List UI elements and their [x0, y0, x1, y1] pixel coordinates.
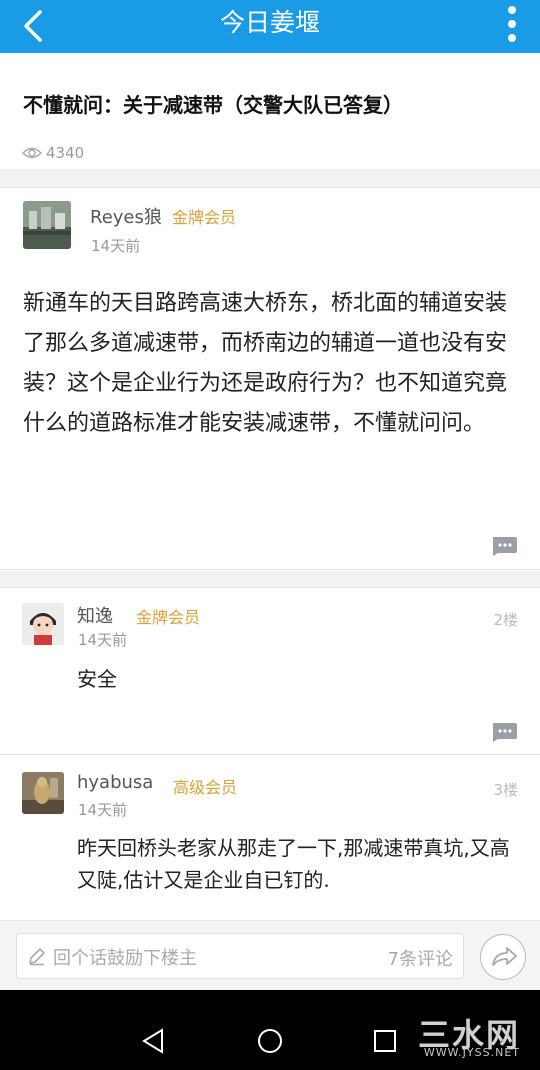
reply-body: 安全	[77, 667, 117, 691]
reply-author[interactable]: 知逸	[77, 602, 113, 628]
member-badge: 金牌会员	[136, 608, 201, 627]
post-time: 14天前	[91, 237, 141, 255]
post-header: 不懂就问：关于减速带（交警大队已答复） 4340	[0, 53, 540, 169]
reply-author[interactable]: hyabusa	[77, 772, 153, 793]
pencil-icon	[29, 948, 45, 966]
avatar[interactable]	[22, 772, 64, 814]
reply-item: hyabusa 高级会员 14天前 3楼 昨天回桥头老家从那走了一下,那减速带真…	[0, 756, 540, 920]
eye-icon	[22, 147, 42, 159]
share-icon	[492, 947, 517, 966]
floor-number: 3楼	[493, 781, 518, 799]
floor-number: 2楼	[493, 611, 518, 629]
watermark: 三水网 WWW.JYSS.NET	[400, 1010, 520, 1060]
top-app-bar: 今日姜堰	[0, 0, 540, 53]
share-button[interactable]	[480, 934, 526, 980]
reply-time: 14天前	[78, 631, 128, 649]
comment-placeholder: 回个话鼓励下楼主	[53, 948, 197, 969]
reply-item: 知逸 金牌会员 14天前 2楼 安全	[0, 587, 540, 755]
comment-bar: 回个话鼓励下楼主 7条评论	[0, 920, 540, 990]
nav-recents-icon[interactable]	[372, 1028, 398, 1054]
watermark-url: WWW.JYSS.NET	[423, 1046, 520, 1059]
app-title: 今日姜堰	[219, 8, 320, 37]
comment-count[interactable]: 7条评论	[388, 945, 453, 971]
nav-home-icon[interactable]	[257, 1028, 283, 1054]
avatar[interactable]	[22, 603, 64, 645]
comment-icon[interactable]	[490, 722, 518, 742]
reply-body: 昨天回桥头老家从那走了一下,那减速带真坑,又高又陡,估计又是企业自已钉的.	[77, 836, 510, 892]
view-count: 4340	[22, 143, 84, 163]
member-badge: 高级会员	[173, 778, 238, 797]
separator	[0, 571, 540, 587]
reply-time: 14天前	[78, 801, 128, 819]
comment-input[interactable]: 回个话鼓励下楼主 7条评论	[16, 933, 464, 979]
post-title: 不懂就问：关于减速带（交警大队已答复）	[23, 93, 403, 117]
nav-back-icon[interactable]	[140, 1028, 166, 1054]
post-author[interactable]: Reyes狼	[90, 203, 162, 229]
post-body: 新通车的天目路跨高速大桥东，桥北面的辅道安装了那么多道减速带，而桥南边的辅道一道…	[23, 291, 508, 436]
original-post: Reyes狼 金牌会员 14天前 新通车的天目路跨高速大桥东，桥北面的辅道安装了…	[0, 187, 540, 570]
member-badge: 金牌会员	[172, 208, 237, 227]
separator	[0, 169, 540, 187]
more-options-icon[interactable]	[506, 5, 518, 43]
comment-icon[interactable]	[490, 536, 518, 556]
view-count-value: 4340	[46, 144, 85, 162]
avatar[interactable]	[23, 201, 71, 249]
